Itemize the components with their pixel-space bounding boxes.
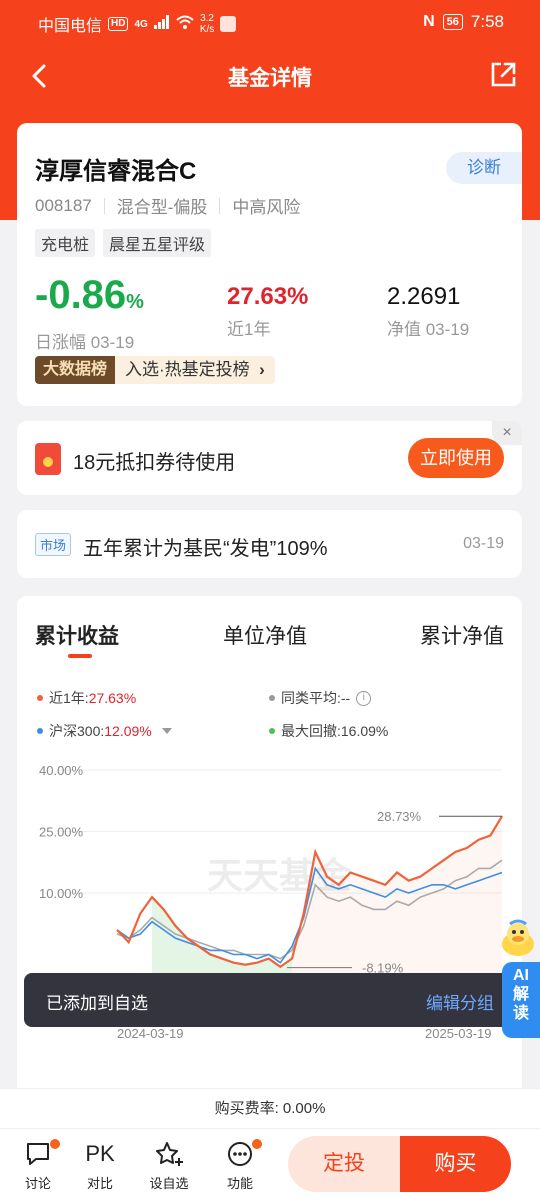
functions-button[interactable]: 功能	[210, 1137, 270, 1192]
chat-icon	[27, 1143, 49, 1165]
clock: 7:58	[470, 12, 504, 31]
red-envelope-icon	[35, 443, 61, 475]
caret-down-icon	[161, 728, 172, 734]
news-card[interactable]: 市场 五年累计为基民“发电”109% 03-19	[17, 510, 522, 578]
wifi-icon	[176, 15, 194, 34]
buy-button[interactable]: 购买	[400, 1136, 511, 1192]
y-tick-label: 40.00%	[39, 763, 84, 778]
tab-unit-nav[interactable]: 单位净值	[223, 620, 307, 650]
fund-risk: 中高风险	[232, 198, 301, 217]
bigdata-ranking-link[interactable]: 大数据榜 入选·热基定投榜 ›	[35, 356, 275, 384]
news-headline: 五年累计为基民“发电”109%	[83, 538, 328, 560]
auto-invest-button[interactable]: 定投	[288, 1136, 400, 1192]
year-return-stat: 27.63% 近1年	[227, 283, 308, 340]
fund-summary-card: 淳厚信睿混合C 诊断 008187 混合型-偏股 中高风险 充电桩 晨星五星评级…	[17, 123, 522, 406]
ai-interpret-button[interactable]: AI 解读	[498, 918, 540, 1038]
fee-info: 购买费率: 0.00%	[0, 1088, 540, 1128]
duck-mascot-icon	[502, 919, 534, 956]
status-bar: 中国电信 HD 4G 3.2 K/s N 56 7:58	[0, 0, 540, 44]
toast: 已添加到自选 编辑分组	[24, 973, 516, 1027]
tab-cumulative-nav[interactable]: 累计净值	[420, 620, 504, 650]
nav-stat: 2.2691 净值 03-19	[387, 283, 469, 340]
x-tick-label: 2025-03-19	[425, 1026, 492, 1041]
y-tick-label: 25.00%	[39, 825, 84, 840]
chart-card: 累计收益 单位净值 累计净值 近1年: 27.63% 同类平均:-- i 沪深30…	[17, 596, 522, 1116]
y-tick-label: 10.00%	[39, 886, 84, 901]
app-notification-icon	[220, 16, 237, 32]
star-plus-icon	[156, 1142, 183, 1166]
info-icon[interactable]: i	[356, 690, 372, 706]
legend-index[interactable]: 沪深300: 12.09%	[37, 721, 172, 741]
close-icon[interactable]: ×	[492, 421, 522, 445]
net-speed: 3.2 K/s	[199, 13, 215, 35]
coupon-text: 18元抵扣券待使用	[73, 452, 236, 474]
notification-dot	[252, 1139, 262, 1149]
nav-label: 净值 03-19	[387, 320, 470, 339]
share-icon	[491, 62, 516, 87]
coupon-card: 18元抵扣券待使用 立即使用 ×	[17, 421, 522, 495]
page-title: 基金详情	[228, 67, 312, 90]
share-button[interactable]	[488, 60, 518, 90]
fund-tags: 充电桩 晨星五星评级	[35, 229, 212, 257]
fund-tag[interactable]: 晨星五星评级	[103, 229, 212, 257]
battery-icon: 56	[442, 14, 463, 30]
add-watchlist-button[interactable]: 设自选	[139, 1137, 199, 1192]
news-date: 03-19	[463, 535, 504, 552]
fund-code: 008187	[35, 195, 92, 215]
x-tick-label: 2024-03-19	[117, 1026, 184, 1041]
day-change-value: -0.86	[35, 273, 127, 317]
legend-fund: 近1年: 27.63%	[37, 688, 136, 708]
tab-cumulative-return[interactable]: 累计收益	[35, 620, 119, 650]
more-icon	[228, 1142, 252, 1166]
use-coupon-button[interactable]: 立即使用	[408, 438, 504, 478]
nfc-icon: N	[423, 13, 435, 30]
tab-indicator	[68, 654, 92, 658]
bottom-toolbar: 讨论 PK 对比 设自选 功能 定投 购买	[0, 1128, 540, 1200]
drawdown-area	[152, 897, 292, 984]
signal-icon	[153, 14, 170, 34]
notification-dot	[50, 1139, 60, 1149]
network-type: 4G	[134, 18, 148, 30]
fund-name: 淳厚信睿混合C	[35, 158, 197, 185]
day-change-label: 日涨幅 03-19	[35, 333, 135, 352]
hd-icon: HD	[108, 17, 129, 31]
discuss-button[interactable]: 讨论	[8, 1137, 68, 1192]
ai-label: AI 解读	[502, 962, 540, 1038]
bigdata-badge: 大数据榜	[35, 356, 116, 384]
diagnose-button[interactable]: 诊断	[446, 152, 522, 184]
news-tag: 市场	[35, 533, 72, 556]
fund-tag[interactable]: 充电桩	[35, 229, 96, 257]
edit-group-link[interactable]: 编辑分组	[426, 989, 494, 1014]
return-chart[interactable]: 40.00%25.00%10.00%-20.00%天天基金28.73%-8.19…	[17, 756, 522, 1116]
pk-icon: PK	[85, 1141, 115, 1166]
chevron-right-icon: ›	[259, 360, 265, 379]
legend-drawdown: 最大回撤:16.09%	[269, 721, 388, 741]
compare-button[interactable]: PK 对比	[70, 1137, 130, 1192]
fund-type: 混合型-偏股	[116, 198, 208, 217]
year-return-label: 近1年	[227, 320, 271, 339]
legend-peer: 同类平均:-- i	[269, 688, 372, 708]
carrier: 中国电信	[38, 18, 103, 35]
bigdata-text: 入选·热基定投榜 ›	[115, 356, 275, 384]
day-change-stat: -0.86% 日涨幅 03-19	[35, 273, 144, 352]
nav-bar: 基金详情	[0, 48, 540, 104]
year-return-value: 27.63%	[227, 283, 309, 310]
max-annotation: 28.73%	[377, 809, 422, 824]
nav-value: 2.2691	[387, 283, 461, 310]
fund-meta: 008187 混合型-偏股 中高风险	[35, 193, 300, 218]
toast-message: 已添加到自选	[46, 994, 148, 1013]
